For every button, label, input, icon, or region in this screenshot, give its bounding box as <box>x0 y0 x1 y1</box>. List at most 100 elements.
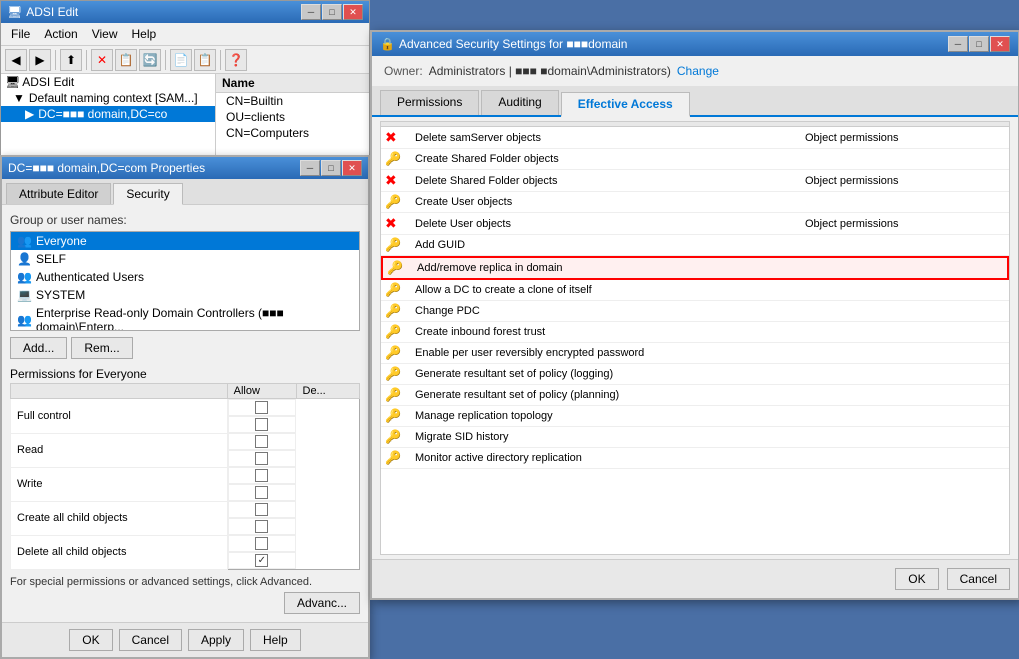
help-btn[interactable]: ❓ <box>225 49 247 71</box>
perm-row-read: Read <box>11 433 360 467</box>
close-btn[interactable]: ✕ <box>343 4 363 20</box>
list-item-computers[interactable]: CN=Computers <box>216 125 369 141</box>
perm-icon-11: 🔑 <box>385 366 415 382</box>
perm-fullcontrol-allow[interactable] <box>255 401 268 414</box>
perm-label-4: Delete User objects <box>415 218 805 230</box>
perm-row-1[interactable]: 🔑 Create Shared Folder objects <box>381 149 1009 170</box>
forward-btn[interactable]: ▶ <box>29 49 51 71</box>
advanced-button[interactable]: Advanc... <box>284 592 360 614</box>
perm-row-2[interactable]: ✖ Delete Shared Folder objects Object pe… <box>381 170 1009 192</box>
list-item-clients-label: OU=clients <box>226 110 285 124</box>
props-cancel-btn[interactable]: Cancel <box>119 629 182 651</box>
perm-row-createchild: Create all child objects <box>11 501 360 535</box>
perm-icon-1: 🔑 <box>385 151 415 167</box>
perm-row-write: Write <box>11 467 360 501</box>
perms-col-name <box>11 384 228 399</box>
adv-tab-effective-access[interactable]: Effective Access <box>561 92 690 117</box>
title-bar-controls: ─ □ ✕ <box>301 4 363 20</box>
adv-ok-btn[interactable]: OK <box>895 568 938 590</box>
perm-read-allow[interactable] <box>255 435 268 448</box>
perm-read-label: Read <box>11 433 228 467</box>
perm-row-11[interactable]: 🔑 Generate resultant set of policy (logg… <box>381 364 1009 385</box>
user-auth[interactable]: 👥 Authenticated Users <box>11 268 359 286</box>
perm-icon-13: 🔑 <box>385 408 415 424</box>
maximize-btn[interactable]: □ <box>322 4 342 20</box>
perm-fullcontrol-deny[interactable] <box>255 418 268 431</box>
list-item-computers-label: CN=Computers <box>226 126 309 140</box>
menu-file[interactable]: File <box>5 25 36 43</box>
adv-cancel-btn[interactable]: Cancel <box>947 568 1010 590</box>
list-item-clients[interactable]: OU=clients <box>216 109 369 125</box>
perm-row-3[interactable]: 🔑 Create User objects <box>381 192 1009 213</box>
perm-row-6[interactable]: 🔑 Add/remove replica in domain <box>381 256 1009 280</box>
adv-tab-permissions[interactable]: Permissions <box>380 90 479 115</box>
tree-item-dc[interactable]: ▶ DC=■■■ domain,DC=co <box>1 106 215 122</box>
x-icon-2: ✖ <box>385 172 397 188</box>
perm-read-deny[interactable] <box>255 452 268 465</box>
perm-row-5[interactable]: 🔑 Add GUID <box>381 235 1009 256</box>
tree-item-adsi[interactable]: 🖥 ADSI Edit <box>1 74 215 90</box>
tab-security[interactable]: Security <box>113 183 182 205</box>
adv-close[interactable]: ✕ <box>990 36 1010 52</box>
menu-bar: File Action View Help <box>1 23 369 46</box>
user-self[interactable]: 👤 SELF <box>11 250 359 268</box>
tree-adsi-icon: 🖥 <box>5 75 20 89</box>
x-icon-4: ✖ <box>385 215 397 231</box>
remove-button[interactable]: Rem... <box>71 337 132 359</box>
minimize-btn[interactable]: ─ <box>301 4 321 20</box>
adv-title-text: Advanced Security Settings for ■■■domain <box>399 37 628 51</box>
toolbar-sep-4 <box>220 50 221 70</box>
list-item-builtin[interactable]: CN=Builtin <box>216 93 369 109</box>
user-everyone[interactable]: 👥 Everyone <box>11 232 359 250</box>
refresh-btn[interactable]: 🔄 <box>139 49 161 71</box>
perm-row-0[interactable]: ✖ Delete samServer objects Object permis… <box>381 127 1009 149</box>
props-maximize[interactable]: □ <box>321 160 341 176</box>
adv-tab-auditing[interactable]: Auditing <box>481 90 558 115</box>
adv-maximize[interactable]: □ <box>969 36 989 52</box>
perm-createchild-deny[interactable] <box>255 520 268 533</box>
perm-row-9[interactable]: 🔑 Create inbound forest trust <box>381 322 1009 343</box>
props-apply-btn[interactable]: Apply <box>188 629 244 651</box>
perm-deletechild-deny[interactable]: ✓ <box>255 554 268 567</box>
perm-fullcontrol-label: Full control <box>11 399 228 434</box>
menu-help[interactable]: Help <box>126 25 163 43</box>
perm-createchild-allow[interactable] <box>255 503 268 516</box>
menu-view[interactable]: View <box>86 25 124 43</box>
perm-row-13[interactable]: 🔑 Manage replication topology <box>381 406 1009 427</box>
import-btn[interactable]: 📋 <box>194 49 216 71</box>
props-ok-btn[interactable]: OK <box>69 629 112 651</box>
tree-item-naming[interactable]: ▼ Default naming context [SAM...] <box>1 90 215 106</box>
props-help-btn[interactable]: Help <box>250 629 301 651</box>
perms-table: Allow De... Full control Read Write <box>10 383 360 570</box>
tab-attribute-editor[interactable]: Attribute Editor <box>6 183 111 204</box>
perm-write-deny[interactable] <box>255 486 268 499</box>
perm-write-allow[interactable] <box>255 469 268 482</box>
check-icon-14: 🔑 <box>385 429 401 444</box>
props-close[interactable]: ✕ <box>342 160 362 176</box>
add-button[interactable]: Add... <box>10 337 67 359</box>
perm-deletechild-allow[interactable] <box>255 537 268 550</box>
props-title-bar: DC=■■■ domain,DC=com Properties ─ □ ✕ <box>2 157 368 179</box>
delete-btn[interactable]: ✕ <box>91 49 113 71</box>
perm-icon-9: 🔑 <box>385 324 415 340</box>
perm-row-10[interactable]: 🔑 Enable per user reversibly encrypted p… <box>381 343 1009 364</box>
change-owner-link[interactable]: Change <box>677 64 719 78</box>
perm-row-12[interactable]: 🔑 Generate resultant set of policy (plan… <box>381 385 1009 406</box>
perm-row-7[interactable]: 🔑 Allow a DC to create a clone of itself <box>381 280 1009 301</box>
menu-action[interactable]: Action <box>38 25 83 43</box>
properties-btn[interactable]: 📋 <box>115 49 137 71</box>
adv-minimize[interactable]: ─ <box>948 36 968 52</box>
export-btn[interactable]: 📄 <box>170 49 192 71</box>
owner-label: Owner: <box>384 64 423 78</box>
user-system[interactable]: 💻 SYSTEM <box>11 286 359 304</box>
back-btn[interactable]: ◀ <box>5 49 27 71</box>
perm-row-8[interactable]: 🔑 Change PDC <box>381 301 1009 322</box>
user-enterprise[interactable]: 👥 Enterprise Read-only Domain Controller… <box>11 304 359 331</box>
perm-row-14[interactable]: 🔑 Migrate SID history <box>381 427 1009 448</box>
perm-row-15[interactable]: 🔑 Monitor active directory replication <box>381 448 1009 469</box>
up-btn[interactable]: ⬆ <box>60 49 82 71</box>
properties-dialog: DC=■■■ domain,DC=com Properties ─ □ ✕ At… <box>0 155 370 659</box>
props-minimize[interactable]: ─ <box>300 160 320 176</box>
tree-dc-label: DC=■■■ domain,DC=co <box>38 107 167 121</box>
perm-row-4[interactable]: ✖ Delete User objects Object permissions <box>381 213 1009 235</box>
